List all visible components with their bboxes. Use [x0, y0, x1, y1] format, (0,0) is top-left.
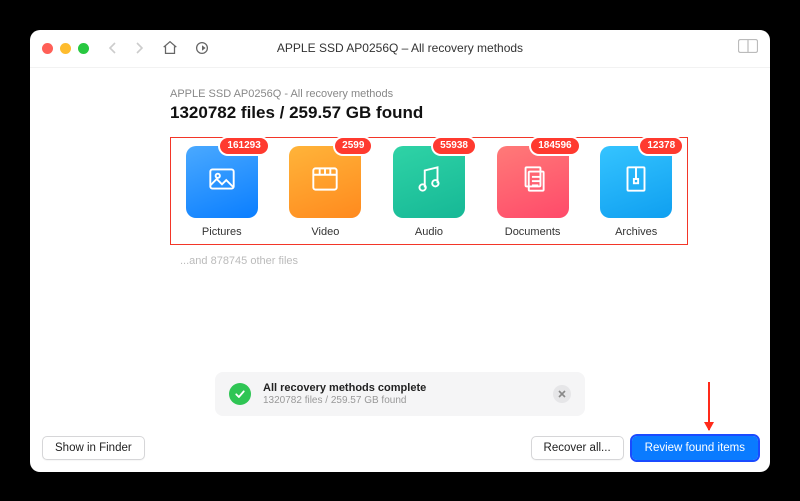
category-row: 161293 Pictures 2599 Video 55938 Audio 184596 D…: [170, 137, 688, 245]
recover-all-button[interactable]: Recover all...: [531, 436, 624, 460]
category-count-badge: 161293: [220, 138, 267, 154]
category-count-badge: 184596: [531, 138, 578, 154]
category-video[interactable]: 2599 Video: [283, 146, 369, 238]
success-check-icon: [229, 383, 251, 405]
close-window-button[interactable]: [42, 43, 53, 54]
dismiss-status-button[interactable]: [553, 385, 571, 403]
audio-tile[interactable]: 55938: [393, 146, 465, 218]
back-button[interactable]: [105, 40, 121, 56]
review-found-items-button[interactable]: Review found items: [632, 436, 758, 460]
category-pictures[interactable]: 161293 Pictures: [179, 146, 265, 238]
pictures-tile[interactable]: 161293: [186, 146, 258, 218]
zoom-window-button[interactable]: [78, 43, 89, 54]
scan-summary: 1320782 files / 259.57 GB found: [170, 103, 770, 123]
category-label: Archives: [615, 226, 657, 238]
home-button[interactable]: [161, 39, 179, 57]
archive-icon: [619, 162, 653, 201]
category-count-badge: 2599: [335, 138, 371, 154]
show-in-finder-button[interactable]: Show in Finder: [42, 436, 145, 460]
minimize-window-button[interactable]: [60, 43, 71, 54]
status-banner: All recovery methods complete 1320782 fi…: [215, 372, 585, 416]
window-controls: [42, 43, 89, 54]
category-audio[interactable]: 55938 Audio: [386, 146, 472, 238]
music-icon: [412, 162, 446, 201]
content-area: APPLE SSD AP0256Q - All recovery methods…: [30, 68, 770, 472]
annotation-arrow: [708, 382, 710, 430]
doc-icon: [516, 162, 550, 201]
category-count-badge: 12378: [640, 138, 682, 154]
category-label: Pictures: [202, 226, 242, 238]
view-toggle-button[interactable]: [738, 39, 758, 58]
category-label: Video: [311, 226, 339, 238]
forward-button[interactable]: [131, 40, 147, 56]
category-archives[interactable]: 12378 Archives: [593, 146, 679, 238]
category-label: Audio: [415, 226, 443, 238]
status-title: All recovery methods complete: [263, 382, 426, 394]
app-window: APPLE SSD AP0256Q – All recovery methods…: [30, 30, 770, 472]
footer: Show in Finder Recover all... Review fou…: [42, 436, 758, 460]
category-label: Documents: [505, 226, 561, 238]
archives-tile[interactable]: 12378: [600, 146, 672, 218]
video-tile[interactable]: 2599: [289, 146, 361, 218]
category-count-badge: 55938: [433, 138, 475, 154]
other-files-line: ...and 878745 other files: [180, 255, 770, 267]
breadcrumb: APPLE SSD AP0256Q - All recovery methods: [170, 88, 770, 100]
documents-tile[interactable]: 184596: [497, 146, 569, 218]
category-documents[interactable]: 184596 Documents: [490, 146, 576, 238]
status-subtitle: 1320782 files / 259.57 GB found: [263, 395, 426, 406]
film-icon: [308, 162, 342, 201]
titlebar: APPLE SSD AP0256Q – All recovery methods: [30, 30, 770, 68]
image-icon: [205, 162, 239, 201]
rescan-button[interactable]: [193, 39, 211, 57]
